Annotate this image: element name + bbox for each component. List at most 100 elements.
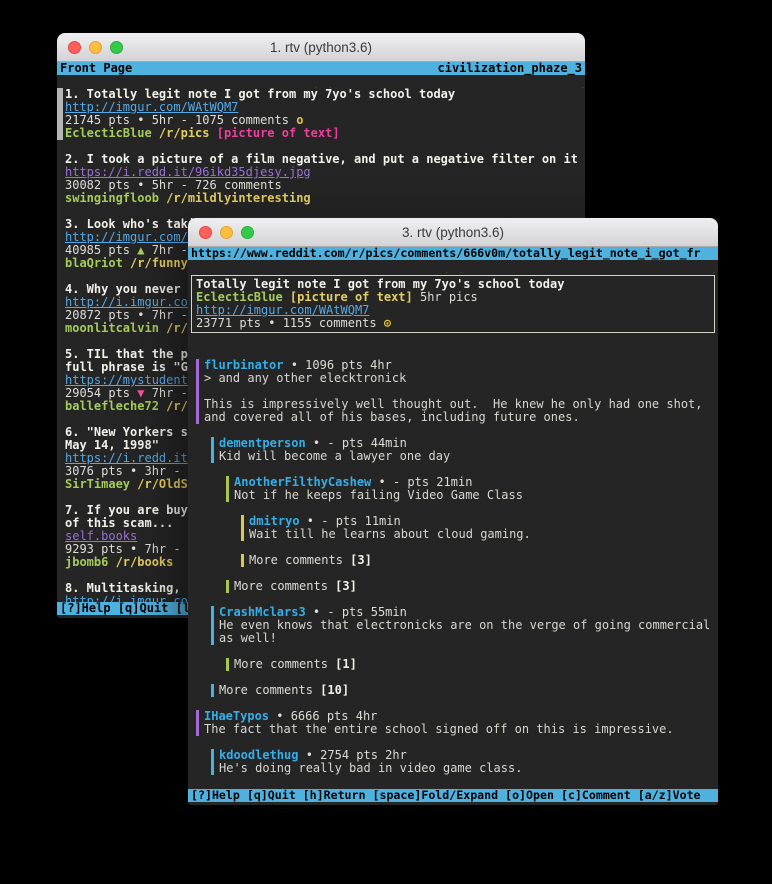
comment-meta: • 6666 pts 4hr	[269, 710, 377, 723]
comment-body: This is impressively well thought out. H…	[204, 398, 718, 411]
post-stats: 30082 pts • 5hr - 726 comments	[65, 179, 585, 192]
more-comments-count: [3]	[350, 554, 372, 567]
more-comments[interactable]: More comments [1]	[226, 658, 718, 671]
comment-author[interactable]: dmitryo	[249, 515, 300, 528]
selected-post-indicator	[57, 88, 63, 140]
window-title: 1. rtv (python3.6)	[270, 40, 372, 55]
post-author[interactable]: jbomb6	[65, 556, 108, 569]
url-header-bar: https://www.reddit.com/r/pics/comments/6…	[188, 247, 718, 260]
post-2[interactable]: 2. I took a picture of a film negative, …	[57, 153, 585, 205]
close-button[interactable]	[68, 41, 81, 54]
more-comments-label: More comments	[249, 554, 350, 567]
comment-body: He even knows that electronicks are on t…	[219, 619, 718, 632]
more-comments[interactable]: More comments [10]	[211, 684, 718, 697]
more-comments-label: More comments	[234, 580, 335, 593]
minimize-button[interactable]	[89, 41, 102, 54]
post-author[interactable]: ballefleche72	[65, 400, 159, 413]
submission-link[interactable]: http://imgur.com/WAtWQM7	[196, 304, 369, 317]
comment-quote: > and any other elecktronick	[204, 372, 718, 385]
comment-meta: • - pts 55min	[306, 606, 407, 619]
post-link[interactable]: http://i.imgur.co	[65, 296, 188, 309]
titlebar-back[interactable]: 1. rtv (python3.6)	[57, 33, 585, 62]
post-link[interactable]: http://imgur.com/WAtWQM7	[65, 101, 238, 114]
post-author[interactable]: swingingfloob	[65, 192, 159, 205]
comment-author[interactable]: IHaeTypos	[204, 710, 269, 723]
traffic-lights	[68, 33, 123, 61]
post-stats: 40985 pts	[65, 244, 137, 257]
more-comments-count: [3]	[335, 580, 357, 593]
post-subreddit[interactable]: /r/	[159, 322, 188, 335]
terminal-comments: https://www.reddit.com/r/pics/comments/6…	[188, 247, 718, 805]
post-link[interactable]: https://i.redd.it/96ikd35djesy.jpg	[65, 166, 311, 179]
comment-dmitryo[interactable]: dmitryo • - pts 11min Wait till he learn…	[241, 515, 718, 541]
submission-flair: [picture of text]	[283, 291, 413, 304]
comment-ihaetypos[interactable]: IHaeTypos • 6666 pts 4hr The fact that t…	[196, 710, 718, 736]
submission-meta: 5hr pics	[413, 291, 478, 304]
sort-tabs: [1]hot[2]top[3]rising[4]new[5]controvers…	[57, 75, 585, 88]
comment-author[interactable]: flurbinator	[204, 359, 283, 372]
post-link[interactable]: https://mystudent	[65, 374, 188, 387]
post-link[interactable]: self.books	[65, 530, 137, 543]
comment-kdoodlethug[interactable]: kdoodlethug • 2754 pts 2hr He's doing re…	[211, 749, 718, 775]
zoom-button[interactable]	[110, 41, 123, 54]
logged-in-user: civilization_phaze_3	[438, 62, 583, 75]
more-comments[interactable]: More comments [3]	[241, 554, 718, 567]
comment-author[interactable]: kdoodlethug	[219, 749, 298, 762]
comment-body: The fact that the entire school signed o…	[204, 723, 718, 736]
window-title: 3. rtv (python3.6)	[402, 225, 504, 240]
submission-box[interactable]: Totally legit note I got from my 7yo's s…	[191, 275, 715, 333]
more-comments-label: More comments	[234, 658, 335, 671]
post-stats: 21745 pts • 5hr - 1075 comments	[65, 114, 296, 127]
post-subreddit[interactable]: /r/pics	[152, 127, 217, 140]
comment-body: Not if he keeps failing Video Game Class	[234, 489, 718, 502]
post-title: 1. Totally legit note I got from my 7yo'…	[65, 88, 585, 101]
post-flair: [picture of text]	[217, 127, 340, 140]
post-stats: 29054 pts	[65, 387, 137, 400]
comment-body: He's doing really bad in video game clas…	[219, 762, 718, 775]
minimize-button[interactable]	[220, 226, 233, 239]
post-subreddit[interactable]: /r/books	[108, 556, 173, 569]
post-subreddit[interactable]: /r/	[159, 400, 188, 413]
comment-body: as well!	[219, 632, 718, 645]
post-1[interactable]: 1. Totally legit note I got from my 7yo'…	[57, 88, 585, 140]
post-title: 2. I took a picture of a film negative, …	[65, 153, 585, 166]
gilded-icon: o	[296, 114, 303, 127]
window-comments[interactable]: 3. rtv (python3.6) https://www.reddit.co…	[188, 218, 718, 805]
more-comments[interactable]: More comments [3]	[226, 580, 718, 593]
close-button[interactable]	[199, 226, 212, 239]
post-subreddit[interactable]: /r/OldS	[130, 478, 188, 491]
post-author[interactable]: moonlitcalvin	[65, 322, 159, 335]
help-footer-bar: [?]Help [q]Quit [h]Return [space]Fold/Ex…	[188, 789, 718, 802]
comment-body: Wait till he learns about cloud gaming.	[249, 528, 718, 541]
post-author[interactable]: EclecticBlue	[65, 127, 152, 140]
comment-author[interactable]: AnotherFilthyCashew	[234, 476, 371, 489]
more-comments-label: More comments	[219, 684, 320, 697]
comment-flurbinator[interactable]: flurbinator • 1096 pts 4hr > and any oth…	[196, 359, 718, 424]
comment-meta: • - pts 11min	[300, 515, 401, 528]
comment-body: Kid will become a lawyer one day	[219, 450, 718, 463]
post-author[interactable]: SirTimaey	[65, 478, 130, 491]
comment-crashmclars3[interactable]: CrashMclars3 • - pts 55min He even knows…	[211, 606, 718, 645]
zoom-button[interactable]	[241, 226, 254, 239]
traffic-lights	[199, 218, 254, 246]
comment-dementperson[interactable]: dementperson • - pts 44min Kid will beco…	[211, 437, 718, 463]
comment-meta: • - pts 44min	[306, 437, 407, 450]
post-author[interactable]: blaQriot	[65, 257, 123, 270]
comment-anotherfilthycashew[interactable]: AnotherFilthyCashew • - pts 21min Not if…	[226, 476, 718, 502]
page-title: Front Page	[60, 62, 132, 75]
gilded-icon: ⊙	[384, 317, 391, 330]
comment-blank-line	[204, 385, 718, 398]
post-subreddit[interactable]: /r/mildlyinteresting	[159, 192, 311, 205]
comment-author[interactable]: dementperson	[219, 437, 306, 450]
submission-title: Totally legit note I got from my 7yo's s…	[196, 278, 710, 291]
post-link[interactable]: https://i.redd.it	[65, 452, 188, 465]
submission-stats: 23771 pts • 1155 comments	[196, 317, 384, 330]
post-subreddit[interactable]: /r/funny	[123, 257, 188, 270]
post-link[interactable]: http://imgur.com/	[65, 231, 188, 244]
titlebar-front[interactable]: 3. rtv (python3.6)	[188, 218, 718, 247]
more-comments-count: [1]	[335, 658, 357, 671]
comment-author[interactable]: CrashMclars3	[219, 606, 306, 619]
sort-tabs: [1]hot[2]top[3]rising[4]new[5]controvers…	[188, 260, 718, 273]
status-header-bar: Front Page civilization_phaze_3	[57, 62, 585, 75]
submission-author[interactable]: EclecticBlue	[196, 291, 283, 304]
